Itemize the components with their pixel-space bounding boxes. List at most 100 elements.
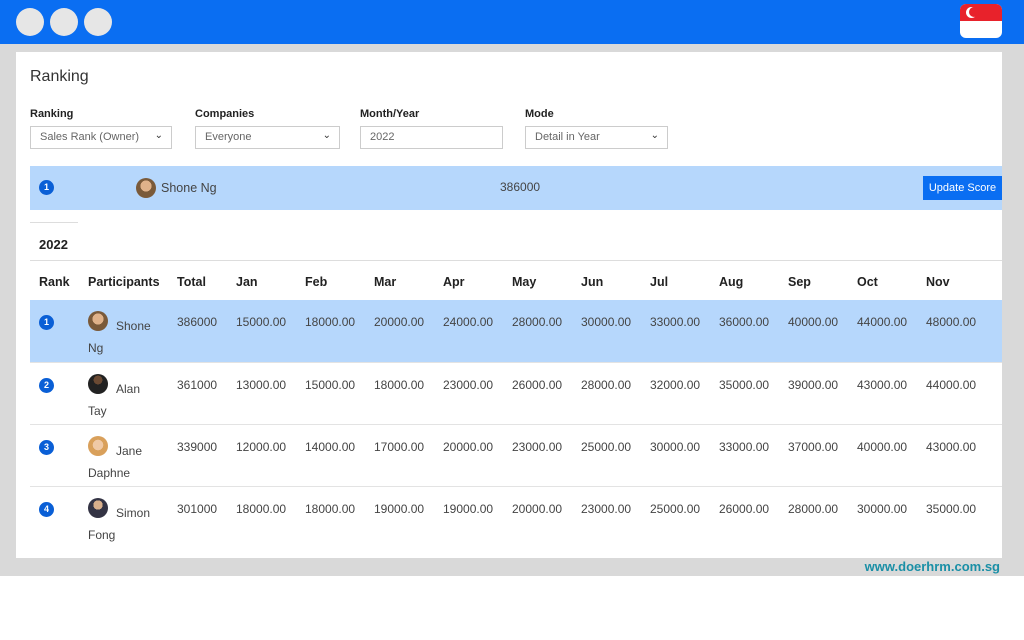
cell-jan: 12000.00 bbox=[236, 440, 287, 454]
rank-badge: 1 bbox=[39, 315, 54, 330]
participant-name: Jane Daphne bbox=[88, 444, 143, 480]
cell-jul: 30000.00 bbox=[650, 440, 701, 454]
cell-aug: 36000.00 bbox=[719, 315, 770, 329]
col-total: Total bbox=[177, 275, 206, 289]
col-nov: Nov bbox=[926, 275, 950, 289]
filter-month-year-label: Month/Year bbox=[360, 108, 420, 120]
col-jan: Jan bbox=[236, 275, 258, 289]
filter-ranking-label: Ranking bbox=[30, 108, 74, 120]
cell-jan: 15000.00 bbox=[236, 315, 287, 329]
col-aug: Aug bbox=[719, 275, 744, 289]
cell-jan: 18000.00 bbox=[236, 502, 287, 516]
cell-feb: 14000.00 bbox=[305, 440, 356, 454]
month-year-input-value: 2022 bbox=[370, 131, 395, 143]
cell-may: 28000.00 bbox=[512, 315, 563, 329]
companies-select-value: Everyone bbox=[205, 131, 252, 143]
table-row[interactable]: 1 Shone Ng 386000 15000.00 18000.00 2000… bbox=[30, 300, 1002, 362]
cell-sep: 28000.00 bbox=[788, 502, 839, 516]
cell-jul: 33000.00 bbox=[650, 315, 701, 329]
participant-name: Shone Ng bbox=[88, 319, 151, 355]
cell-sep: 40000.00 bbox=[788, 315, 839, 329]
cell-jul: 25000.00 bbox=[650, 502, 701, 516]
col-oct: Oct bbox=[857, 275, 878, 289]
rank-badge: 2 bbox=[39, 378, 54, 393]
rank-badge: 4 bbox=[39, 502, 54, 517]
cell-nov: 44000.00 bbox=[926, 378, 977, 392]
cell-oct: 30000.00 bbox=[857, 502, 908, 516]
cell-apr: 24000.00 bbox=[443, 315, 494, 329]
update-score-button[interactable]: Update Score bbox=[923, 176, 1002, 200]
cell-oct: 40000.00 bbox=[857, 440, 908, 454]
window-control-maximize[interactable] bbox=[84, 8, 112, 36]
leader-name: Shone Ng bbox=[161, 181, 217, 195]
tab-year[interactable]: 2022 bbox=[30, 222, 78, 260]
cell-mar: 20000.00 bbox=[374, 315, 425, 329]
table-header: Rank Participants Total Jan Feb Mar Apr … bbox=[30, 260, 1002, 300]
cell-apr: 23000.00 bbox=[443, 378, 494, 392]
filter-mode-label: Mode bbox=[525, 108, 554, 120]
leader-banner: 1 Shone Ng 386000 Update Score bbox=[30, 166, 1002, 210]
cell-nov: 48000.00 bbox=[926, 315, 977, 329]
col-feb: Feb bbox=[305, 275, 328, 289]
filter-companies: Companies Everyone ⌄ bbox=[195, 108, 340, 149]
cell-jun: 25000.00 bbox=[581, 440, 632, 454]
ranking-select-value: Sales Rank (Owner) bbox=[40, 131, 140, 143]
month-year-input[interactable]: 2022 bbox=[360, 126, 503, 149]
cell-sep: 39000.00 bbox=[788, 378, 839, 392]
filter-ranking: Ranking Sales Rank (Owner) ⌄ bbox=[30, 108, 172, 149]
cell-total: 339000 bbox=[177, 440, 218, 454]
cell-mar: 19000.00 bbox=[374, 502, 425, 516]
companies-select[interactable]: Everyone ⌄ bbox=[195, 126, 340, 149]
cell-jun: 28000.00 bbox=[581, 378, 632, 392]
ranking-panel: Ranking Ranking Sales Rank (Owner) ⌄ Com… bbox=[16, 52, 1002, 558]
cell-may: 23000.00 bbox=[512, 440, 563, 454]
avatar bbox=[136, 178, 156, 198]
col-participants: Participants bbox=[88, 275, 160, 289]
cell-mar: 17000.00 bbox=[374, 440, 425, 454]
col-may: May bbox=[512, 275, 537, 289]
filter-companies-label: Companies bbox=[195, 108, 255, 120]
col-mar: Mar bbox=[374, 275, 397, 289]
cell-aug: 26000.00 bbox=[719, 502, 770, 516]
cell-oct: 43000.00 bbox=[857, 378, 908, 392]
website-link[interactable]: www.doerhrm.com.sg bbox=[865, 559, 1000, 574]
cell-jan: 13000.00 bbox=[236, 378, 287, 392]
participant-name: Alan Tay bbox=[88, 382, 141, 418]
cell-jun: 30000.00 bbox=[581, 315, 632, 329]
mode-select[interactable]: Detail in Year ⌄ bbox=[525, 126, 668, 149]
col-sep: Sep bbox=[788, 275, 811, 289]
window-control-minimize[interactable] bbox=[50, 8, 78, 36]
col-apr: Apr bbox=[443, 275, 465, 289]
cell-nov: 35000.00 bbox=[926, 502, 977, 516]
cell-oct: 44000.00 bbox=[857, 315, 908, 329]
window-titlebar bbox=[0, 0, 1024, 44]
cell-jul: 32000.00 bbox=[650, 378, 701, 392]
chevron-down-icon: ⌄ bbox=[154, 130, 163, 141]
cell-feb: 18000.00 bbox=[305, 315, 356, 329]
table-row[interactable]: 3 Jane Daphne 339000 12000.00 14000.00 1… bbox=[30, 424, 1002, 486]
page-title: Ranking bbox=[30, 68, 89, 85]
cell-jun: 23000.00 bbox=[581, 502, 632, 516]
table-row[interactable]: 2 Alan Tay 361000 13000.00 15000.00 1800… bbox=[30, 362, 1002, 424]
window-control-close[interactable] bbox=[16, 8, 44, 36]
table-row[interactable]: 4 Simon Fong 301000 18000.00 18000.00 19… bbox=[30, 486, 1002, 548]
cell-feb: 18000.00 bbox=[305, 502, 356, 516]
ranking-select[interactable]: Sales Rank (Owner) ⌄ bbox=[30, 126, 172, 149]
rank-badge: 1 bbox=[39, 180, 54, 195]
filter-mode: Mode Detail in Year ⌄ bbox=[525, 108, 668, 149]
cell-total: 361000 bbox=[177, 378, 218, 392]
cell-aug: 35000.00 bbox=[719, 378, 770, 392]
rank-badge: 3 bbox=[39, 440, 54, 455]
chevron-down-icon: ⌄ bbox=[650, 130, 659, 141]
cell-may: 20000.00 bbox=[512, 502, 563, 516]
filter-month-year: Month/Year 2022 bbox=[360, 108, 503, 149]
singapore-flag-icon bbox=[960, 4, 1002, 38]
cell-apr: 19000.00 bbox=[443, 502, 494, 516]
cell-sep: 37000.00 bbox=[788, 440, 839, 454]
cell-feb: 15000.00 bbox=[305, 378, 356, 392]
leader-score: 386000 bbox=[500, 180, 541, 194]
cell-total: 301000 bbox=[177, 502, 218, 516]
col-jun: Jun bbox=[581, 275, 604, 289]
col-rank: Rank bbox=[39, 275, 70, 289]
col-jul: Jul bbox=[650, 275, 669, 289]
